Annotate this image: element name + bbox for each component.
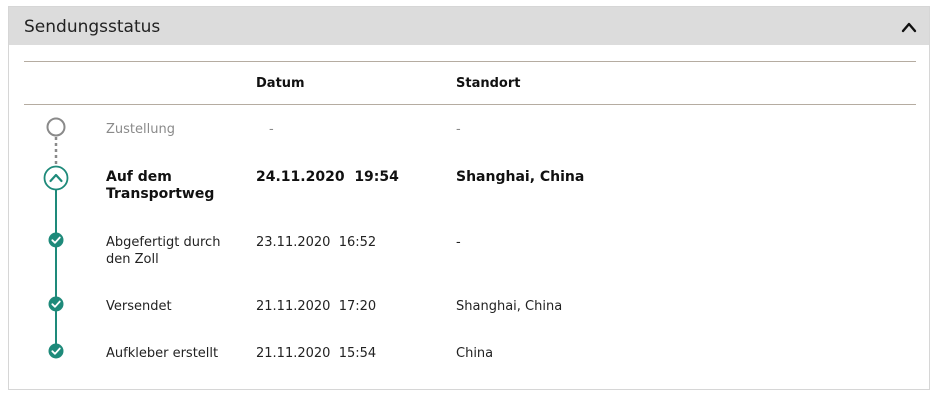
date-cell: 23.11.2020 16:52: [256, 235, 377, 250]
table-header-rule: [24, 104, 916, 105]
status-label: Abgefertigt durch den Zoll: [106, 235, 221, 267]
location-cell: Shanghai, China: [456, 299, 563, 314]
location-cell: -: [456, 235, 461, 250]
status-label: Versendet: [106, 299, 172, 314]
collapse-button[interactable]: [897, 15, 921, 39]
column-header-datum: Datum: [256, 76, 305, 91]
date-cell: -: [269, 122, 274, 137]
table-top-rule: [24, 61, 916, 62]
location-cell: Shanghai, China: [456, 169, 585, 185]
panel-title: Sendungsstatus: [24, 17, 161, 37]
status-label: Zustellung: [106, 122, 175, 137]
shipment-status-panel: Sendungsstatus Datum Standort Zustellung…: [8, 6, 930, 390]
location-cell: -: [456, 122, 461, 137]
panel-header[interactable]: Sendungsstatus: [9, 7, 929, 45]
status-label: Auf dem Transportweg: [106, 169, 215, 202]
chevron-up-icon: [901, 22, 917, 33]
date-cell: 21.11.2020 15:54: [256, 346, 377, 361]
date-cell: 24.11.2020 19:54: [256, 169, 399, 185]
location-cell: China: [456, 346, 494, 361]
status-label: Aufkleber erstellt: [106, 346, 219, 361]
column-header-standort: Standort: [456, 76, 521, 91]
date-cell: 21.11.2020 17:20: [256, 299, 377, 314]
